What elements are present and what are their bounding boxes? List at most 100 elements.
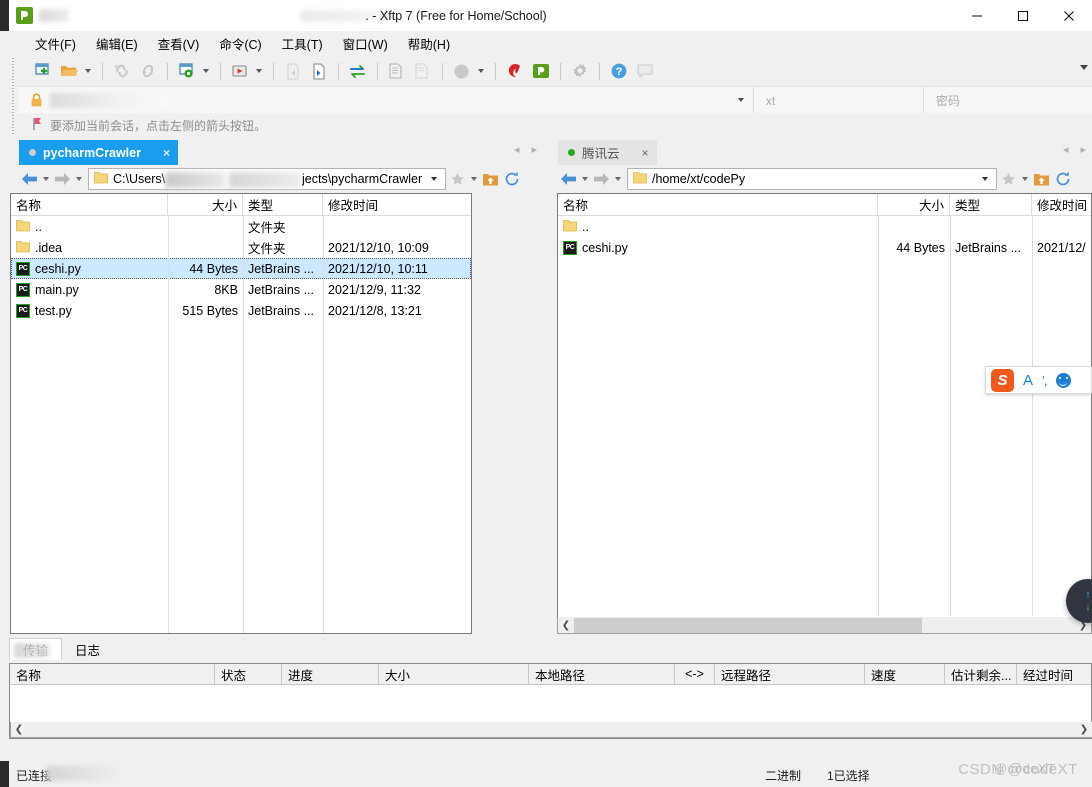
scroll-thumb[interactable] — [574, 618, 922, 633]
tab-log[interactable]: 日志 — [62, 638, 113, 660]
local-file-list[interactable]: 名称 大小 类型 修改时间 — [10, 193, 472, 634]
scroll-left-icon[interactable]: ❮ — [11, 722, 27, 737]
xshell-icon[interactable] — [502, 59, 527, 83]
th-local-path[interactable]: 本地路径 — [529, 664, 675, 684]
menu-command[interactable]: 命令(C) — [209, 31, 271, 56]
back-dropdown-icon[interactable] — [40, 168, 51, 190]
tab-pycharmcrawler[interactable]: pycharmCrawler × — [19, 140, 178, 165]
tab-scroll-right-icon[interactable]: ▸ — [1080, 143, 1086, 156]
session-settings-dropdown-icon[interactable] — [200, 59, 212, 83]
ime-language-icon[interactable]: A — [1023, 372, 1033, 389]
th-progress[interactable]: 进度 — [282, 664, 379, 684]
th-size[interactable]: 大小 — [379, 664, 529, 684]
sogou-ime-bar[interactable]: S A ’, — [985, 366, 1092, 394]
bookmark-dropdown-icon[interactable] — [468, 168, 479, 190]
scroll-right-icon[interactable]: ❯ — [1076, 722, 1092, 737]
menu-tools[interactable]: 工具(T) — [272, 31, 333, 56]
bookmark-star-icon[interactable] — [997, 167, 1019, 191]
remote-path-chevron-down-icon[interactable] — [982, 177, 988, 181]
table-row[interactable]: .. — [558, 216, 1091, 237]
run-dropdown-icon[interactable] — [253, 59, 265, 83]
column-header-modified[interactable]: 修改时间 — [323, 194, 471, 215]
session-settings-icon[interactable] — [174, 59, 199, 83]
th-elapsed[interactable]: 经过时间 — [1017, 664, 1091, 684]
minimize-button[interactable] — [954, 0, 1000, 31]
host-chevron-down-icon[interactable] — [738, 98, 744, 102]
column-header-size[interactable]: 大小 — [878, 194, 950, 215]
gear-icon[interactable] — [567, 59, 592, 83]
back-dropdown-icon[interactable] — [579, 168, 590, 190]
sync-transfer-icon[interactable] — [345, 59, 370, 83]
local-path-chevron-down-icon[interactable] — [431, 177, 437, 181]
transfer-table[interactable]: 名称 状态 进度 大小 本地路径 <-> 远程路径 速度 估计剩余... 经过时… — [9, 663, 1092, 739]
scroll-left-icon[interactable]: ❮ — [558, 618, 574, 633]
host-input[interactable] — [18, 87, 754, 114]
column-header-name[interactable]: 名称 — [11, 194, 168, 215]
sogou-logo-icon[interactable]: S — [991, 369, 1014, 392]
column-header-type[interactable]: 类型 — [950, 194, 1032, 215]
menu-file[interactable]: 文件(F) — [25, 31, 86, 56]
scroll-track[interactable] — [27, 723, 1076, 737]
refresh-icon[interactable] — [1052, 167, 1074, 191]
forward-dropdown-icon[interactable] — [73, 168, 84, 190]
toolbar-grip[interactable] — [9, 56, 18, 138]
remote-file-list[interactable]: 名称 大小 类型 修改时间 — [557, 193, 1092, 634]
back-icon[interactable] — [557, 167, 579, 191]
scroll-track[interactable] — [574, 618, 1075, 633]
password-input[interactable]: 密码 — [924, 87, 1092, 114]
maximize-button[interactable] — [1000, 0, 1046, 31]
th-speed[interactable]: 速度 — [865, 664, 945, 684]
table-row[interactable]: PC main.py 8KB JetBrains ... 2021/12/9, … — [11, 279, 471, 300]
th-eta[interactable]: 估计剩余... — [945, 664, 1017, 684]
menu-window[interactable]: 窗口(W) — [333, 31, 398, 56]
circle-menu-dropdown-icon[interactable] — [475, 59, 487, 83]
table-row[interactable]: PC ceshi.py 44 Bytes JetBrains ... 2021/… — [11, 258, 471, 279]
table-row[interactable]: .idea 文件夹 2021/12/10, 10:09 — [11, 237, 471, 258]
tab-tencent-cloud[interactable]: 腾讯云 × — [558, 140, 657, 165]
table-row[interactable]: PC ceshi.py 44 Bytes JetBrains ... 2021/… — [558, 237, 1091, 258]
th-name[interactable]: 名称 — [10, 664, 215, 684]
forward-dropdown-icon[interactable] — [612, 168, 623, 190]
th-remote-path[interactable]: 远程路径 — [715, 664, 865, 684]
copy-page-icon[interactable] — [384, 59, 409, 83]
close-button[interactable] — [1046, 0, 1092, 31]
column-header-name[interactable]: 名称 — [558, 194, 878, 215]
local-path-input[interactable]: C:\Users\ jects\pycharmCrawler — [88, 168, 446, 190]
help-icon[interactable]: ? — [606, 59, 631, 83]
ime-punctuation-icon[interactable]: ’, — [1042, 373, 1047, 388]
back-icon[interactable] — [18, 167, 40, 191]
username-input[interactable]: xt — [754, 87, 924, 114]
xftp-icon[interactable] — [528, 59, 553, 83]
ime-smiley-icon[interactable] — [1056, 373, 1071, 388]
tab-scroll-left-icon[interactable]: ◂ — [1063, 143, 1069, 156]
parent-folder-icon[interactable] — [1030, 167, 1052, 191]
tab-transfer[interactable]: 传输 — [9, 638, 62, 660]
parent-folder-icon[interactable] — [479, 167, 501, 191]
th-direction[interactable]: <-> — [675, 664, 715, 684]
tab-close-icon[interactable]: × — [642, 146, 649, 160]
bookmark-dropdown-icon[interactable] — [1019, 168, 1030, 190]
refresh-icon[interactable] — [501, 167, 523, 191]
menu-help[interactable]: 帮助(H) — [398, 31, 460, 56]
new-session-icon[interactable] — [30, 59, 55, 83]
column-header-size[interactable]: 大小 — [168, 194, 243, 215]
open-folder-dropdown-icon[interactable] — [82, 59, 94, 83]
bookmark-star-icon[interactable] — [446, 167, 468, 191]
run-icon[interactable] — [227, 59, 252, 83]
toolbar-overflow-icon[interactable] — [1080, 65, 1088, 70]
next-file-icon[interactable] — [306, 59, 331, 83]
column-header-type[interactable]: 类型 — [243, 194, 323, 215]
remote-path-input[interactable]: /home/xt/codePy — [627, 168, 997, 190]
open-folder-icon[interactable] — [56, 59, 81, 83]
status-transfer-mode[interactable]: 二进制 — [765, 767, 801, 784]
table-row[interactable]: .. 文件夹 — [11, 216, 471, 237]
tab-scroll-right-icon[interactable]: ▸ — [531, 143, 537, 156]
th-status[interactable]: 状态 — [215, 664, 282, 684]
transfer-horizontal-scrollbar[interactable]: ❮ ❯ — [10, 722, 1092, 738]
tab-scroll-left-icon[interactable]: ◂ — [514, 143, 520, 156]
column-header-modified[interactable]: 修改时间 — [1032, 194, 1091, 215]
table-row[interactable]: PC test.py 515 Bytes JetBrains ... 2021/… — [11, 300, 471, 321]
tab-close-icon[interactable]: × — [163, 146, 170, 160]
menu-view[interactable]: 查看(V) — [148, 31, 210, 56]
menu-edit[interactable]: 编辑(E) — [86, 31, 148, 56]
